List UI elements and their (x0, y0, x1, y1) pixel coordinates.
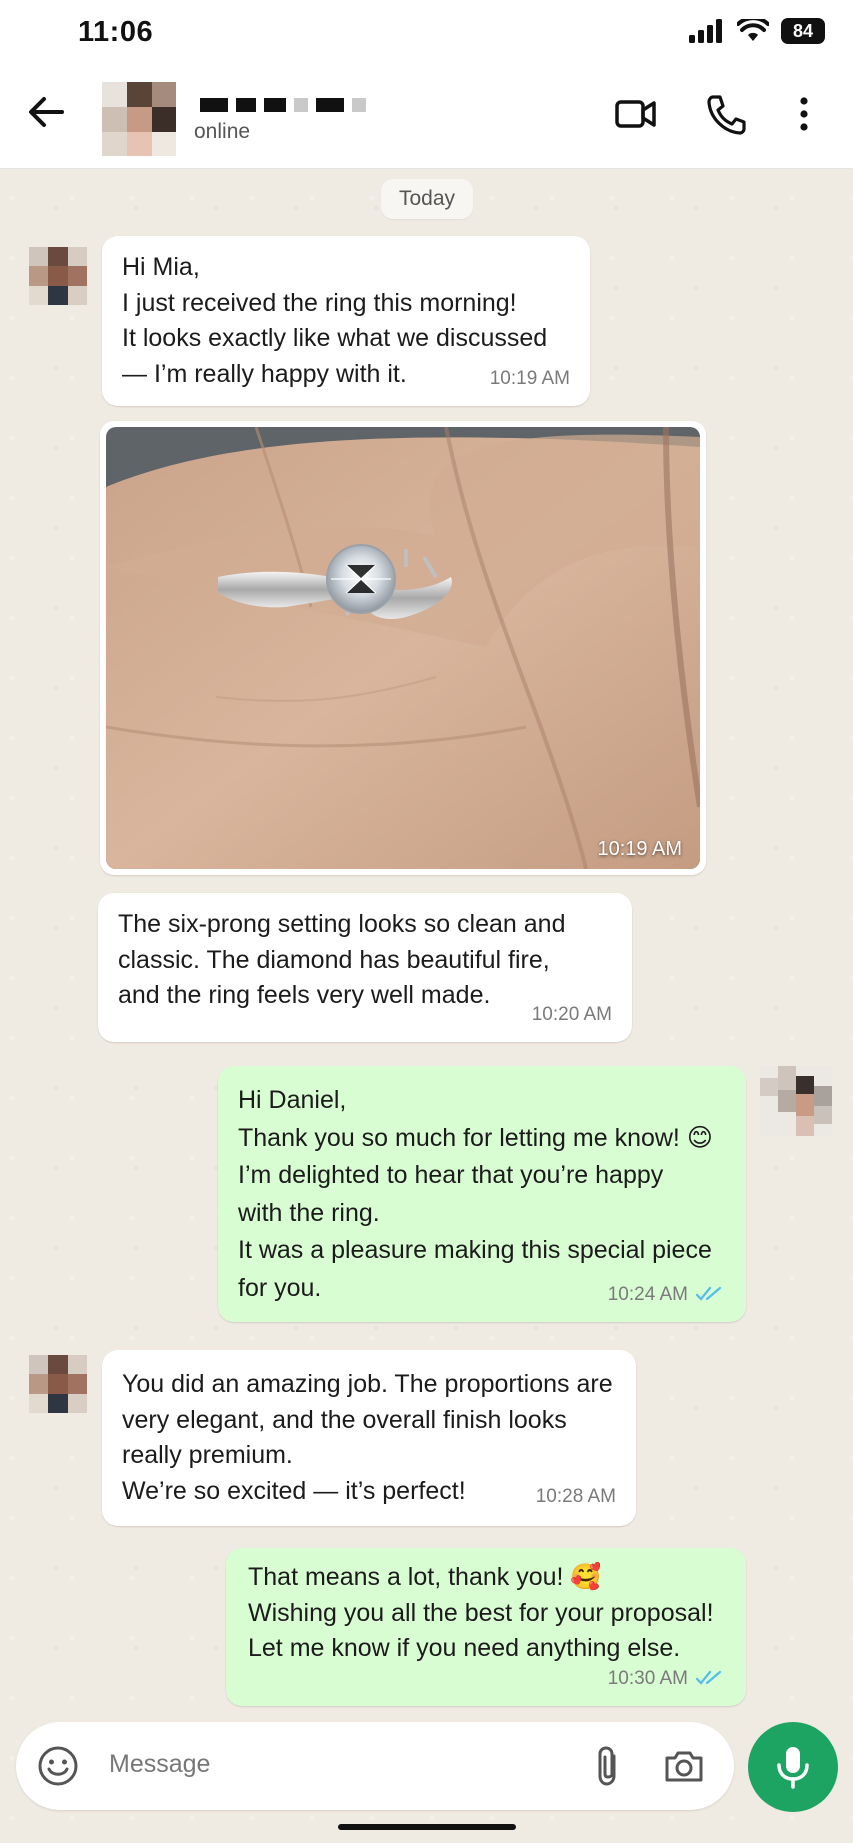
message-text: That means a lot, thank you! 🥰 Wishing y… (248, 1563, 714, 1662)
message-time: 10:24 AM (607, 1283, 688, 1305)
message-input[interactable]: Message (109, 1750, 210, 1779)
message-time-row: 10:24 AM (608, 1277, 726, 1313)
chat-header: online (0, 62, 853, 169)
home-indicator (338, 1824, 516, 1830)
microphone-icon (777, 1747, 809, 1789)
double-check-icon (696, 1287, 722, 1301)
camera-icon[interactable] (662, 1744, 706, 1788)
incoming-message[interactable]: Hi Mia, I just received the ring this mo… (102, 236, 590, 406)
status-icons: 84 (689, 18, 825, 44)
message-time-row: 10:30 AM (608, 1661, 726, 1697)
voice-message-button[interactable] (748, 1722, 838, 1812)
outgoing-message[interactable]: Hi Daniel, Thank you so much for letting… (218, 1066, 746, 1322)
message-composer: Message (16, 1722, 734, 1810)
signal-icon (689, 19, 722, 43)
message-time: 10:30 AM (607, 1667, 688, 1689)
status-bar: 11:06 84 (0, 0, 853, 62)
message-text: Hi Mia, I just received the ring this mo… (122, 253, 548, 388)
arrow-left-icon[interactable] (24, 90, 68, 134)
image-time: 10:19 AM (597, 838, 682, 860)
contact-avatar[interactable] (102, 82, 176, 156)
wifi-icon (737, 19, 769, 41)
outgoing-message[interactable]: That means a lot, thank you! 🥰 Wishing y… (226, 1548, 746, 1706)
message-time: 10:28 AM (535, 1485, 616, 1507)
video-call-icon[interactable] (614, 92, 658, 136)
contact-avatar-small (29, 1355, 87, 1413)
date-separator: Today (381, 179, 474, 219)
incoming-image-message[interactable]: 10:19 AM (100, 421, 706, 875)
incoming-message[interactable]: The six-prong setting looks so clean and… (98, 893, 632, 1042)
more-vertical-icon[interactable] (782, 92, 826, 136)
emoji-icon[interactable] (36, 1744, 80, 1788)
paperclip-icon[interactable] (588, 1744, 628, 1788)
phone-icon[interactable] (704, 92, 748, 136)
battery-indicator: 84 (781, 18, 825, 44)
contact-name-redacted[interactable] (200, 98, 366, 118)
message-time: 10:19 AM (489, 367, 570, 389)
message-text: The six-prong setting looks so clean and… (118, 910, 566, 1009)
message-time: 10:20 AM (531, 1003, 612, 1025)
double-check-icon (696, 1671, 722, 1685)
contact-avatar-small (29, 247, 87, 305)
message-text: Hi Daniel, Thank you so much for letting… (238, 1086, 713, 1302)
own-avatar-small (760, 1066, 832, 1136)
ring-photo[interactable] (106, 427, 700, 869)
status-time: 11:06 (78, 16, 154, 48)
contact-status: online (194, 120, 251, 143)
incoming-message[interactable]: You did an amazing job. The proportions … (102, 1350, 636, 1526)
